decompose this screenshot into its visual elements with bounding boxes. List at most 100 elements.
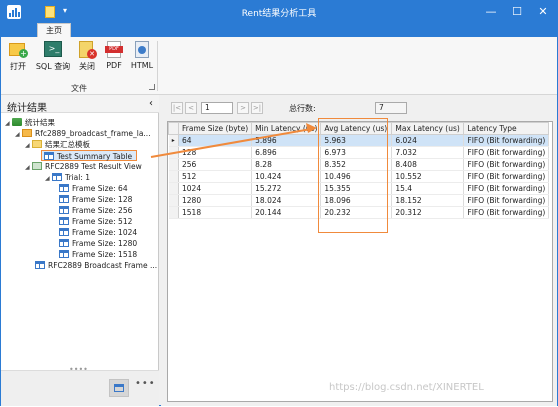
tab-home[interactable]: 主页 xyxy=(37,23,71,37)
next-page-button[interactable]: > xyxy=(237,102,249,114)
ribbon: + 打开 >_ SQL 查询 ✕ 关闭 PDF PDF HTML 文件 xyxy=(1,37,557,95)
minimize-button[interactable]: — xyxy=(479,3,503,21)
table-cell[interactable]: 6.973 xyxy=(320,146,393,159)
table-cell[interactable]: 128 xyxy=(178,146,253,159)
table-icon xyxy=(59,195,69,203)
table-row[interactable]: 1024 15.272 15.355 15.4 FIFO (Bit forwar… xyxy=(168,182,550,195)
more-options-button[interactable]: ••• xyxy=(135,378,156,389)
table-cell[interactable]: FIFO (Bit forwarding) xyxy=(463,134,550,147)
table-cell[interactable]: 8.28 xyxy=(251,158,322,171)
table-cell[interactable]: 256 xyxy=(178,158,253,171)
app-window: ▾ Rent结果分析工具 — ☐ ✕ 主页 + 打开 >_ SQL 查询 ✕ 关… xyxy=(0,0,558,406)
table-cell[interactable]: 18.152 xyxy=(391,194,465,207)
tree-node-broadcast[interactable]: RFC2889 Broadcast Frame ... xyxy=(35,260,157,271)
table-cell[interactable]: 64 xyxy=(178,134,253,147)
table-row[interactable]: 128 6.896 6.973 7.032 FIFO (Bit forwardi… xyxy=(168,146,550,159)
table-row[interactable]: 512 10.424 10.496 10.552 FIFO (Bit forwa… xyxy=(168,170,550,183)
table-cell[interactable]: 512 xyxy=(178,170,253,183)
table-view-button[interactable] xyxy=(109,379,129,397)
table-row[interactable]: 256 8.28 8.352 8.408 FIFO (Bit forwardin… xyxy=(168,158,550,171)
tree-node-frame[interactable]: Frame Size: 64 xyxy=(59,183,128,194)
tree-node-frame[interactable]: Frame Size: 1280 xyxy=(59,238,137,249)
table-cell[interactable]: 15.4 xyxy=(391,182,465,195)
column-header[interactable]: Frame Size (byte) xyxy=(177,122,253,135)
row-indicator-icon: ▸ xyxy=(168,134,179,147)
table-cell[interactable]: FIFO (Bit forwarding) xyxy=(463,170,550,183)
table-cell[interactable]: 18.096 xyxy=(320,194,393,207)
pager: |< < 1 > >| 总行数: 7 xyxy=(167,99,553,117)
table-cell[interactable]: 1518 xyxy=(178,206,253,219)
table-cell[interactable]: 20.144 xyxy=(251,206,322,219)
tree-node-trial[interactable]: ◢ Trial: 1 xyxy=(45,172,90,183)
tree-node-root[interactable]: ◢ 统计结果 xyxy=(5,117,55,128)
page-number-input[interactable]: 1 xyxy=(201,102,233,114)
tree-node-result-view[interactable]: ◢ RFC2889 Test Result View xyxy=(25,161,142,172)
close-file-icon: ✕ xyxy=(76,39,98,59)
tree-node-frame[interactable]: Frame Size: 1024 xyxy=(59,227,137,238)
table-cell[interactable]: 8.408 xyxy=(391,158,465,171)
table-cell[interactable]: 10.424 xyxy=(251,170,322,183)
collapse-panel-icon[interactable]: ‹ xyxy=(149,98,153,109)
pdf-label: PDF xyxy=(106,61,122,70)
table-icon xyxy=(52,173,62,181)
table-row[interactable]: 1280 18.024 18.096 18.152 FIFO (Bit forw… xyxy=(168,194,550,207)
table-cell[interactable]: FIFO (Bit forwarding) xyxy=(463,158,550,171)
sql-query-label: SQL 查询 xyxy=(35,62,71,71)
tree-node-frame[interactable]: Frame Size: 256 xyxy=(59,205,132,216)
tree-node-folder[interactable]: ◢ 结果汇总模板 xyxy=(25,139,90,150)
results-panel-title: 统计结果 xyxy=(7,103,47,114)
table-cell[interactable]: 1280 xyxy=(178,194,253,207)
watermark-text: https://blog.csdn.net/XINERTEL xyxy=(329,382,484,393)
table-cell[interactable]: 15.272 xyxy=(251,182,322,195)
table-cell[interactable]: 6.024 xyxy=(391,134,465,147)
sql-query-button[interactable]: >_ SQL 查询 xyxy=(33,39,73,73)
prev-page-button[interactable]: < xyxy=(185,102,197,114)
maximize-button[interactable]: ☐ xyxy=(505,3,529,21)
pdf-export-button[interactable]: PDF PDF xyxy=(101,39,127,73)
result-file-icon xyxy=(22,129,32,137)
table-cell[interactable]: 20.312 xyxy=(391,206,465,219)
last-page-button[interactable]: >| xyxy=(251,102,263,114)
group-dialog-launcher-icon[interactable] xyxy=(149,84,155,90)
column-header[interactable]: Avg Latency (us) xyxy=(320,122,393,135)
table-cell[interactable]: FIFO (Bit forwarding) xyxy=(463,182,550,195)
results-panel-footer: ••• xyxy=(1,370,159,406)
first-page-button[interactable]: |< xyxy=(171,102,183,114)
results-panel: 统计结果 ‹ ◢ 统计结果 ◢ Rfc2889_broadcast_frame_la… xyxy=(1,95,159,406)
open-button[interactable]: + 打开 xyxy=(3,39,33,73)
table-cell[interactable]: 5.963 xyxy=(320,134,393,147)
tree-node-frame[interactable]: Frame Size: 128 xyxy=(59,194,132,205)
view-icon xyxy=(32,162,42,170)
table-cell[interactable]: 15.355 xyxy=(320,182,393,195)
table-icon xyxy=(59,217,69,225)
table-cell[interactable]: 18.024 xyxy=(251,194,322,207)
table-cell[interactable]: 10.496 xyxy=(320,170,393,183)
table-cell[interactable]: 1024 xyxy=(178,182,253,195)
column-header[interactable]: Latency Type xyxy=(463,122,550,135)
row-header-corner xyxy=(168,122,179,135)
table-cell[interactable]: 10.552 xyxy=(391,170,465,183)
table-cell[interactable]: FIFO (Bit forwarding) xyxy=(463,194,550,207)
table-cell[interactable]: 8.352 xyxy=(320,158,393,171)
table-cell[interactable]: 5.896 xyxy=(251,134,322,147)
column-header[interactable]: Max Latency (us) xyxy=(391,122,465,135)
latency-table: Frame Size (byte) Min Latency (us) Avg L… xyxy=(167,121,553,402)
table-cell[interactable]: 20.232 xyxy=(320,206,393,219)
close-window-button[interactable]: ✕ xyxy=(531,3,555,21)
html-export-button[interactable]: HTML xyxy=(127,39,157,73)
table-row[interactable]: ▸ 64 5.896 5.963 6.024 FIFO (Bit forward… xyxy=(168,134,550,147)
tree-node-frame[interactable]: Frame Size: 512 xyxy=(59,216,132,227)
table-row[interactable]: 1518 20.144 20.232 20.312 FIFO (Bit forw… xyxy=(168,206,550,219)
table-icon xyxy=(59,250,69,258)
table-cell[interactable]: 7.032 xyxy=(391,146,465,159)
row-header xyxy=(168,194,179,207)
tree-node-frame[interactable]: Frame Size: 1518 xyxy=(59,249,137,260)
tree-node-file[interactable]: ◢ Rfc2889_broadcast_frame_la... xyxy=(15,128,151,139)
tree-node-summary-table[interactable]: Test Summary Table xyxy=(41,150,138,161)
column-header[interactable]: Min Latency (us) xyxy=(251,122,322,135)
table-cell[interactable]: 6.896 xyxy=(251,146,322,159)
table-icon xyxy=(59,184,69,192)
table-cell[interactable]: FIFO (Bit forwarding) xyxy=(463,206,550,219)
table-cell[interactable]: FIFO (Bit forwarding) xyxy=(463,146,550,159)
close-file-button[interactable]: ✕ 关闭 xyxy=(73,39,101,73)
